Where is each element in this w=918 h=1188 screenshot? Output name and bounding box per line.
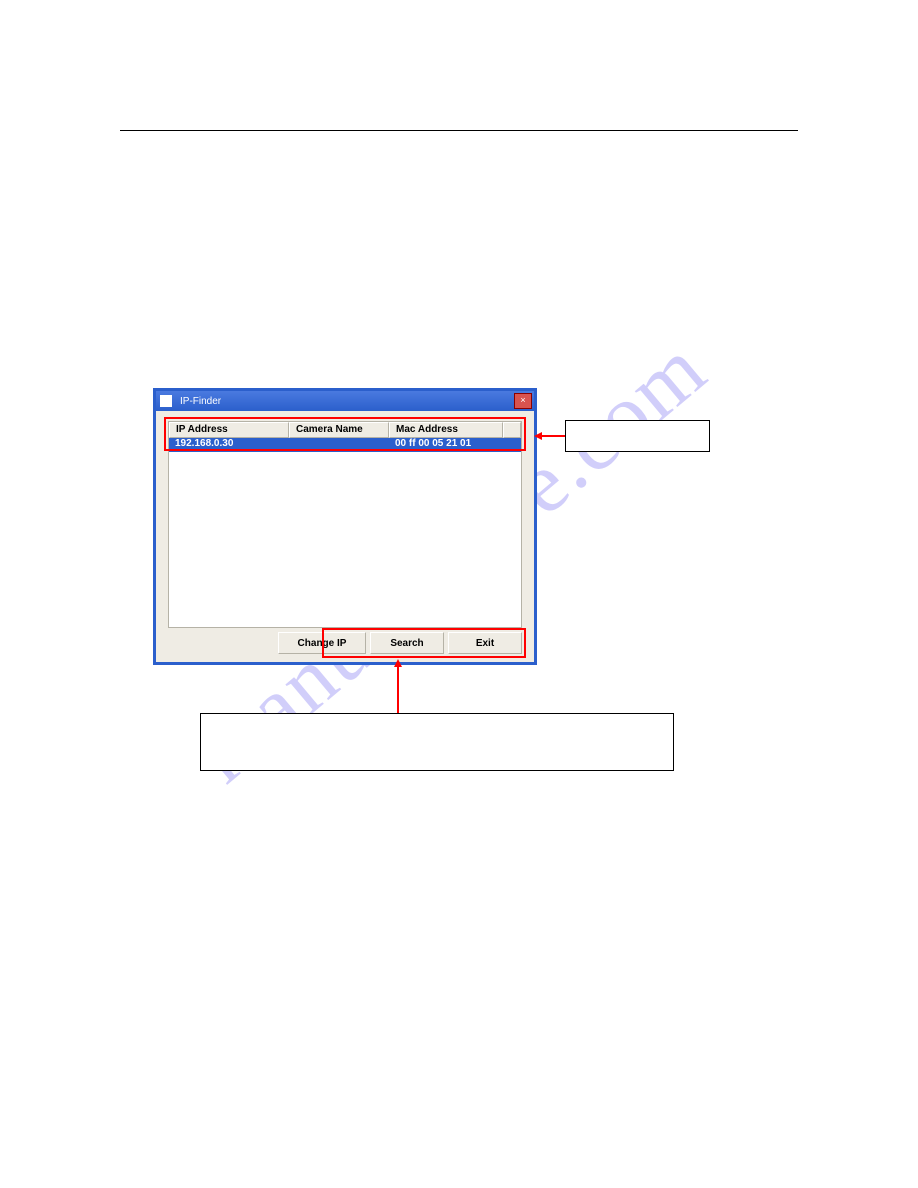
titlebar: IP-Finder × [156, 391, 534, 411]
window-title-text: IP-Finder [180, 396, 221, 407]
button-row: Change IP Search Exit [278, 632, 522, 654]
annotation-box-bottom [200, 713, 674, 771]
device-list[interactable]: IP Address Camera Name Mac Address 192.1… [168, 421, 522, 628]
col-ip-address[interactable]: IP Address [169, 422, 289, 438]
app-icon [160, 395, 172, 407]
list-rows: 192.168.0.30 00 ff 00 05 21 01 [169, 438, 521, 627]
arrow-left-icon [540, 435, 565, 437]
table-row[interactable]: 192.168.0.30 00 ff 00 05 21 01 [169, 438, 521, 452]
close-button[interactable]: × [514, 393, 532, 409]
column-headers: IP Address Camera Name Mac Address [169, 422, 521, 438]
window-title: IP-Finder [160, 395, 221, 407]
close-icon: × [520, 395, 525, 405]
ip-finder-dialog: IP-Finder × IP Address Camera Name Mac A… [153, 388, 537, 665]
annotation-box-right [565, 420, 710, 452]
col-camera-name[interactable]: Camera Name [289, 422, 389, 438]
change-ip-button[interactable]: Change IP [278, 632, 366, 654]
page: manualshive.com IP-Finder × IP Address C… [0, 0, 918, 1188]
cell-name [289, 438, 389, 452]
cell-mac: 00 ff 00 05 21 01 [389, 438, 521, 452]
exit-button[interactable]: Exit [448, 632, 522, 654]
dialog-client-area: IP Address Camera Name Mac Address 192.1… [156, 411, 534, 662]
header-rule [120, 130, 798, 131]
search-button[interactable]: Search [370, 632, 444, 654]
cell-ip: 192.168.0.30 [169, 438, 289, 452]
arrow-up-icon [397, 665, 399, 713]
col-spacer [503, 422, 521, 438]
col-mac-address[interactable]: Mac Address [389, 422, 503, 438]
